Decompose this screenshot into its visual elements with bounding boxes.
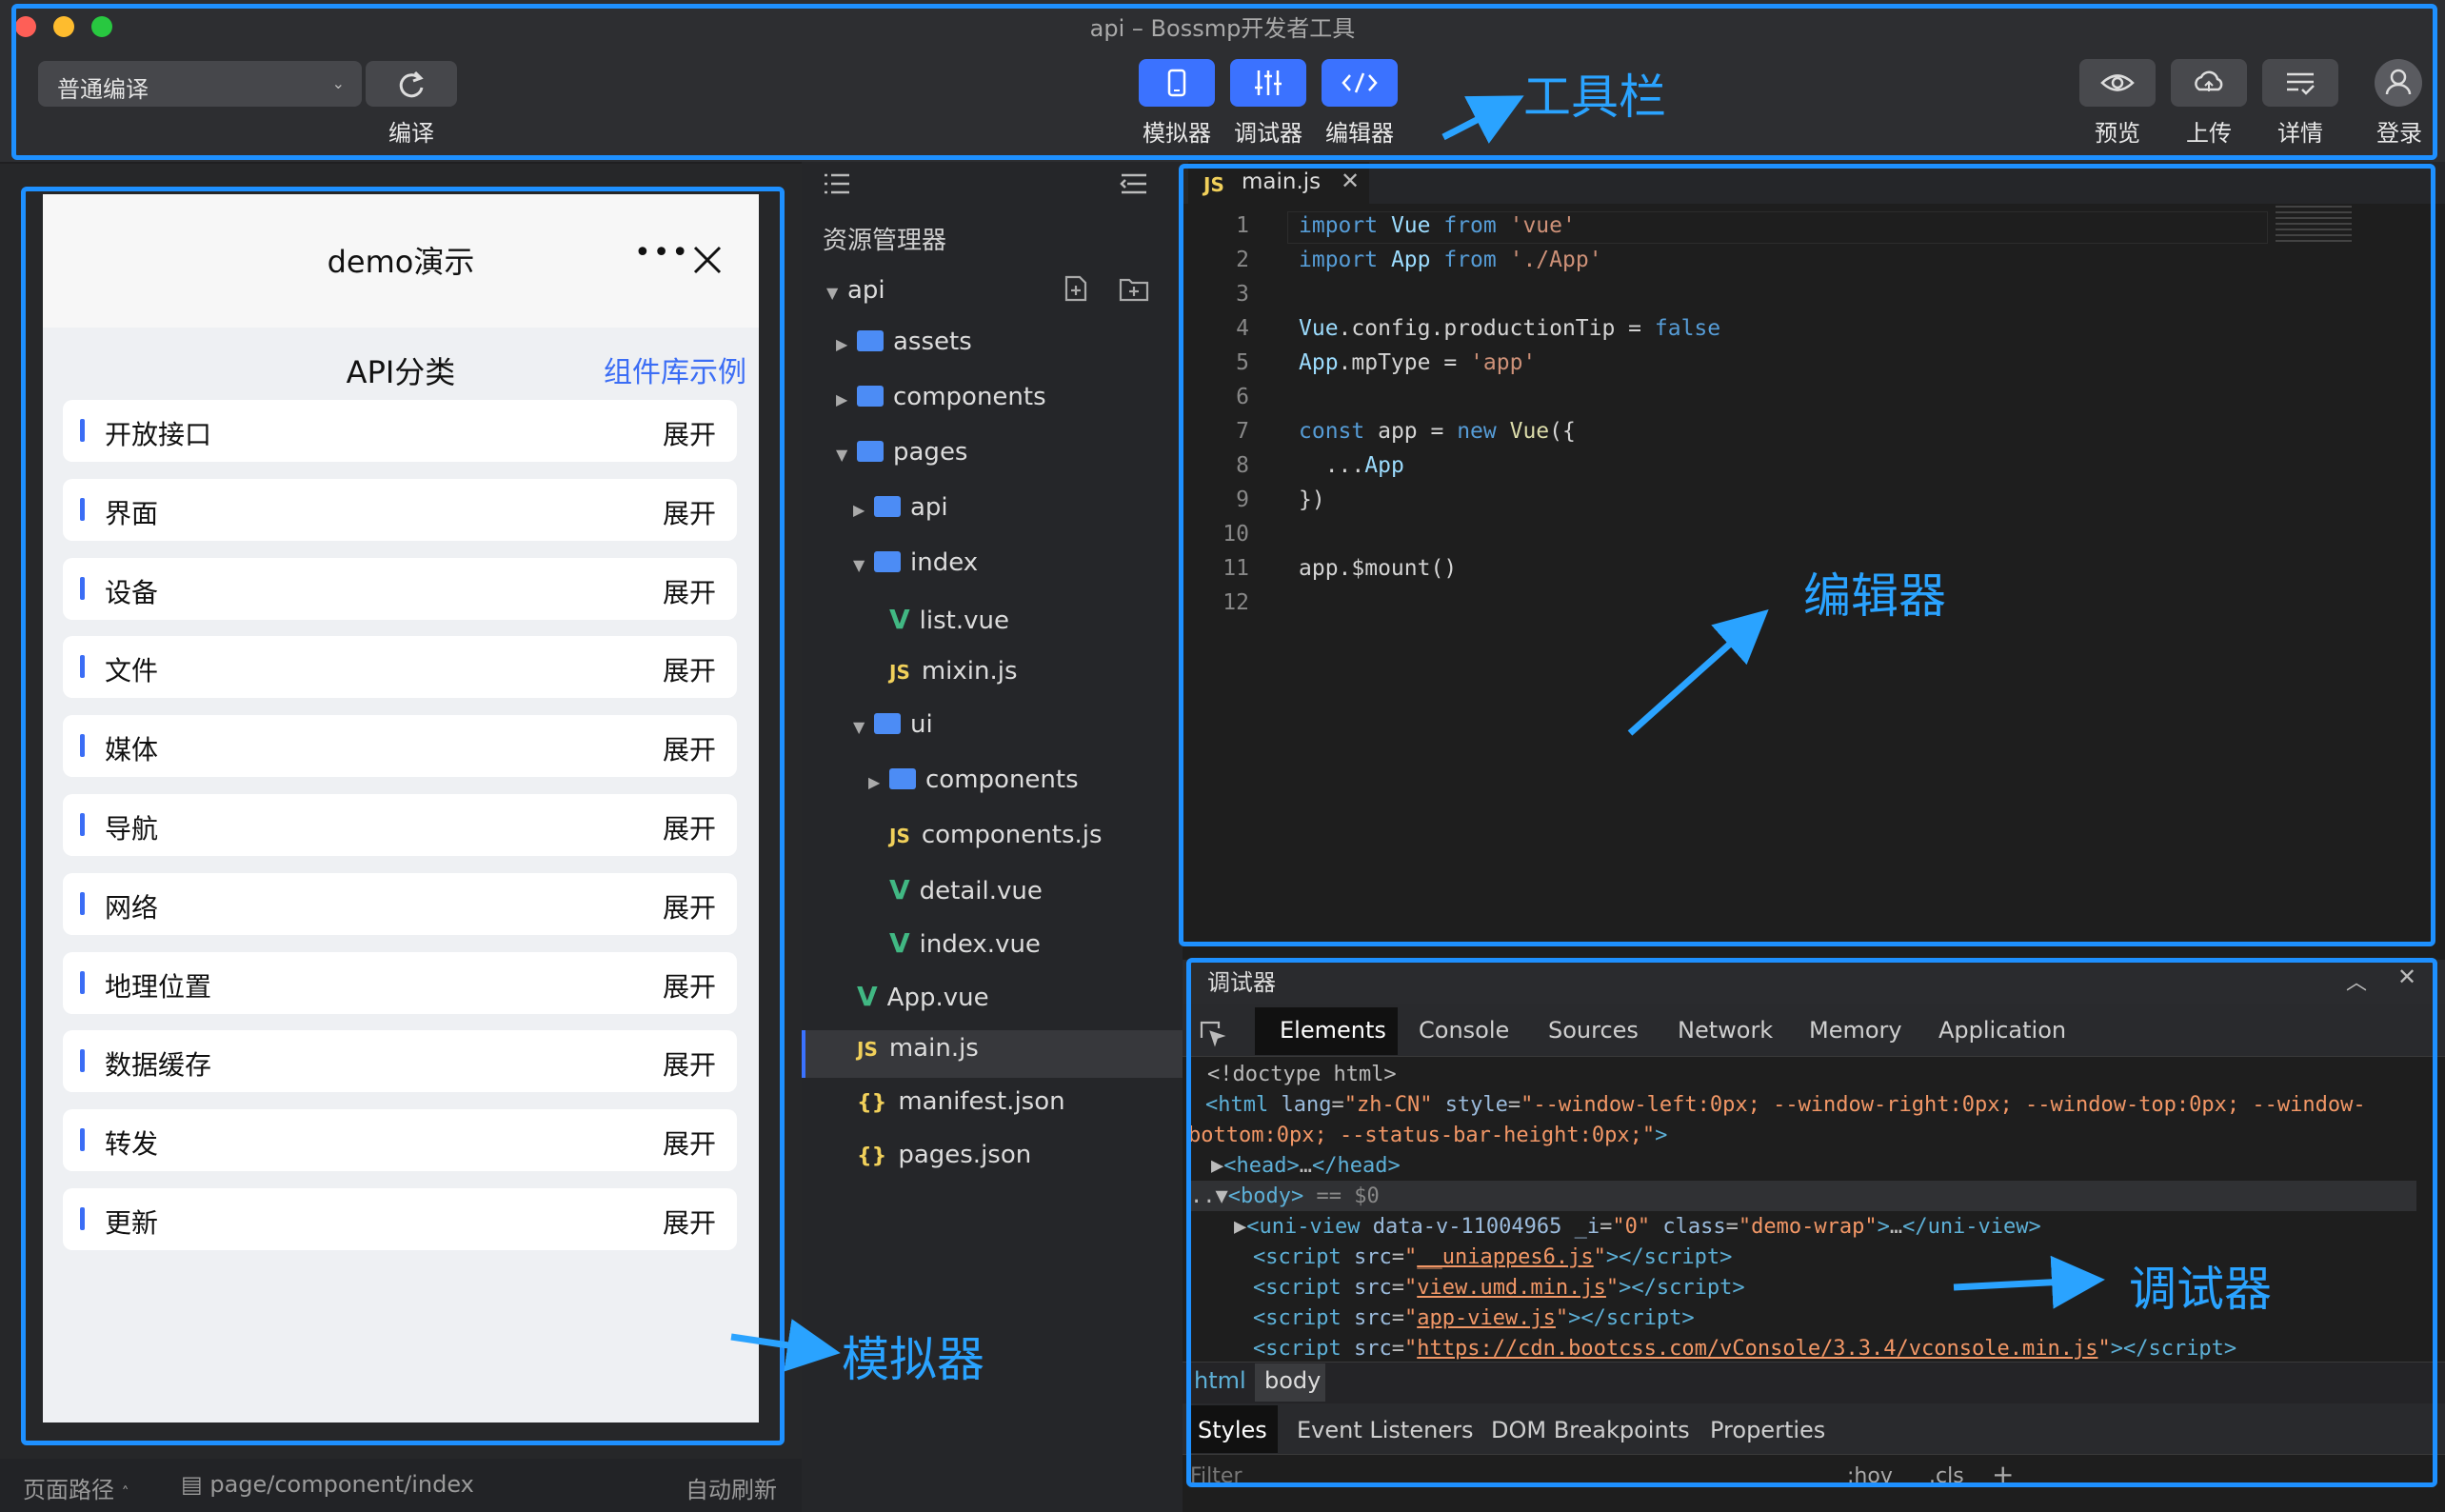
collapse-arrow-icon: ▶ bbox=[836, 390, 848, 408]
page-path-value: page/component/index bbox=[209, 1471, 474, 1498]
folder-icon bbox=[857, 441, 884, 462]
vue-file-icon: V bbox=[889, 927, 910, 959]
tree-item[interactable]: JS main.js bbox=[836, 1034, 979, 1063]
tree-item-label: detail.vue bbox=[919, 877, 1043, 905]
tree-item[interactable]: JS components.js bbox=[868, 821, 1103, 849]
tree-item-label: components.js bbox=[921, 821, 1103, 849]
list-icon[interactable] bbox=[823, 171, 851, 196]
collapse-icon[interactable] bbox=[1120, 171, 1148, 196]
tree-item[interactable]: {} pages.json bbox=[836, 1141, 1031, 1169]
tree-item-label: index.vue bbox=[919, 930, 1041, 959]
tree-item[interactable]: ▶ components bbox=[836, 383, 1046, 411]
tree-root-api[interactable]: ▼ api bbox=[826, 276, 885, 305]
json-file-icon: {} bbox=[857, 1091, 887, 1115]
page-path-label: 页面路径 bbox=[23, 1477, 114, 1503]
tree-item-label: pages.json bbox=[898, 1141, 1032, 1169]
debugger-annotation: 调试器 bbox=[2129, 1262, 2272, 1317]
tree-item[interactable]: ▼ pages bbox=[836, 438, 967, 467]
file-icon: ▤ bbox=[181, 1471, 203, 1498]
toolbar-highlight-frame bbox=[11, 4, 2437, 160]
folder-icon bbox=[889, 768, 916, 789]
editor-annotation: 编辑器 bbox=[1803, 568, 1946, 624]
folder-icon bbox=[874, 496, 901, 517]
collapse-arrow-icon: ▶ bbox=[868, 773, 881, 791]
vue-file-icon: V bbox=[889, 604, 910, 635]
json-file-icon: {} bbox=[857, 1144, 887, 1168]
tree-item-label: mixin.js bbox=[921, 657, 1018, 686]
explorer-title: 资源管理器 bbox=[823, 227, 947, 255]
tree-item-label: index bbox=[910, 548, 979, 577]
tree-item-label: components bbox=[925, 766, 1079, 794]
tree-item[interactable]: ▶ assets bbox=[836, 328, 972, 356]
collapse-arrow-icon: ▶ bbox=[853, 501, 865, 519]
tree-item[interactable]: ▶ components bbox=[868, 766, 1079, 794]
chevron-up-icon: ˄ bbox=[121, 1483, 129, 1502]
folder-icon bbox=[857, 330, 884, 351]
tree-item[interactable]: ▼ ui bbox=[853, 710, 933, 739]
tree-item[interactable]: JS mixin.js bbox=[868, 657, 1018, 686]
tree-item-label: assets bbox=[893, 328, 972, 356]
tree-item-label: ui bbox=[910, 710, 933, 739]
js-file-icon: JS bbox=[857, 1038, 878, 1061]
debugger-highlight-frame bbox=[1186, 958, 2437, 1487]
new-file-icon[interactable] bbox=[1063, 274, 1091, 303]
vue-file-icon: V bbox=[889, 874, 910, 905]
tree-item-label: list.vue bbox=[919, 607, 1009, 635]
expand-icon: ▼ bbox=[826, 284, 839, 302]
tree-item[interactable]: ▼ index bbox=[853, 548, 978, 577]
folder-icon bbox=[874, 713, 901, 734]
page-path: ▤ page/component/index bbox=[181, 1471, 474, 1498]
folder-icon bbox=[874, 551, 901, 572]
tree-item-label: api bbox=[910, 493, 948, 522]
simulator-annotation: 模拟器 bbox=[842, 1332, 984, 1387]
new-folder-icon[interactable] bbox=[1118, 274, 1150, 303]
simulator-highlight-frame bbox=[21, 187, 785, 1445]
editor-highlight-frame bbox=[1179, 164, 2435, 946]
expand-icon: ▼ bbox=[853, 556, 865, 574]
tree-item-label: manifest.json bbox=[898, 1087, 1065, 1116]
vue-file-icon: V bbox=[857, 981, 878, 1012]
toolbar-annotation: 工具栏 bbox=[1523, 70, 1666, 125]
tree-item-label: components bbox=[893, 383, 1046, 411]
tree-item[interactable]: {} manifest.json bbox=[836, 1087, 1065, 1116]
tree-item[interactable]: Vdetail.vue bbox=[868, 874, 1043, 905]
js-file-icon: JS bbox=[889, 661, 910, 684]
tree-root-label: api bbox=[847, 276, 885, 305]
tree-item-label: main.js bbox=[888, 1034, 979, 1063]
folder-icon bbox=[857, 386, 884, 407]
page-path-toggle[interactable]: 页面路径 ˄ bbox=[23, 1471, 129, 1504]
tree-item[interactable]: Vindex.vue bbox=[868, 927, 1041, 959]
expand-icon: ▼ bbox=[836, 446, 848, 464]
js-file-icon: JS bbox=[889, 825, 910, 847]
expand-icon: ▼ bbox=[853, 718, 865, 736]
tree-item-label: pages bbox=[893, 438, 968, 467]
tree-item[interactable]: V App.vue bbox=[836, 981, 989, 1012]
auto-refresh-toggle[interactable]: 自动刷新 bbox=[686, 1471, 777, 1504]
tree-item-label: App.vue bbox=[886, 984, 989, 1012]
tree-item[interactable]: ▶ api bbox=[853, 493, 948, 522]
collapse-arrow-icon: ▶ bbox=[836, 335, 848, 353]
tree-item[interactable]: Vlist.vue bbox=[868, 604, 1009, 635]
